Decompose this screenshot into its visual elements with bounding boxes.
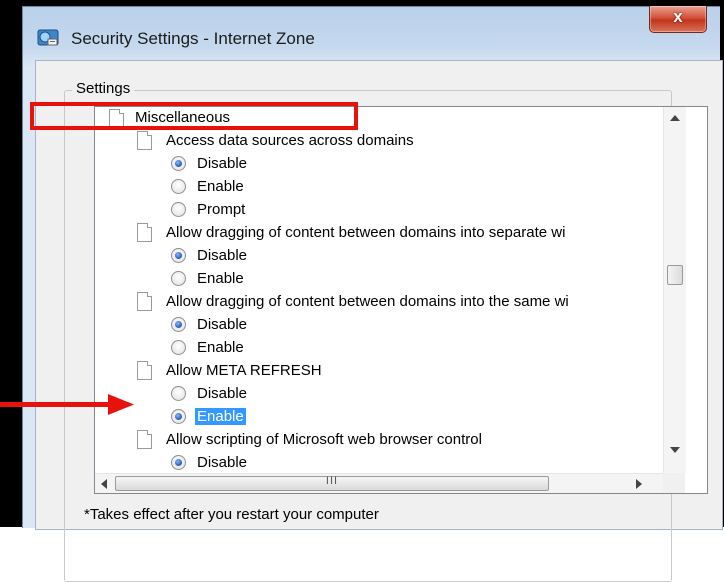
horizontal-scrollbar[interactable]: III	[95, 473, 663, 493]
horizontal-scroll-thumb[interactable]: III	[115, 475, 549, 491]
radio-button-checked[interactable]	[171, 248, 186, 263]
red-arrow-icon	[0, 394, 134, 415]
option-disable[interactable]: Disable	[95, 452, 663, 473]
option-enable[interactable]: Enable	[95, 337, 663, 360]
settings-tree-list[interactable]: Miscellaneous Access data sources across…	[94, 106, 708, 494]
setting-label: Allow scripting of Microsoft web browser…	[166, 431, 482, 448]
security-settings-window: Security Settings - Internet Zone x Sett…	[22, 6, 723, 582]
setting-drag-separate-windows[interactable]: Allow dragging of content between domain…	[95, 222, 663, 245]
setting-page-icon	[137, 292, 152, 311]
setting-page-icon	[137, 131, 152, 150]
option-enable[interactable]: Enable	[95, 268, 663, 291]
option-label-selected: Enable	[195, 408, 246, 425]
option-disable[interactable]: Disable	[95, 245, 663, 268]
scroll-up-arrow-icon[interactable]	[670, 115, 680, 121]
security-settings-icon	[37, 29, 59, 46]
setting-page-icon	[137, 223, 152, 242]
scrollbar-corner	[663, 473, 685, 493]
setting-label: Access data sources across domains	[166, 132, 414, 149]
option-label: Enable	[197, 270, 244, 287]
radio-button[interactable]	[171, 202, 186, 217]
settings-group-label: Settings	[72, 80, 135, 97]
screenshot-frame-left	[0, 0, 22, 527]
option-prompt[interactable]: Prompt	[95, 199, 663, 222]
scroll-down-arrow-icon[interactable]	[670, 447, 680, 453]
option-label: Disable	[197, 454, 248, 471]
radio-button[interactable]	[171, 340, 186, 355]
vertical-scroll-thumb[interactable]	[667, 265, 683, 285]
scroll-right-arrow-icon[interactable]	[636, 479, 642, 489]
scroll-left-arrow-icon[interactable]	[101, 479, 107, 489]
close-icon: x	[673, 7, 683, 26]
setting-label: Allow META REFRESH	[166, 362, 322, 379]
dialog-client-area: Settings Miscellaneous Access data sourc…	[35, 60, 723, 582]
setting-page-icon	[137, 430, 152, 449]
radio-button-checked[interactable]	[171, 409, 186, 424]
option-enable[interactable]: Enable	[95, 176, 663, 199]
option-label: Enable	[197, 178, 244, 195]
setting-scripting-web-browser-control[interactable]: Allow scripting of Microsoft web browser…	[95, 429, 663, 452]
radio-button-checked[interactable]	[171, 455, 186, 470]
setting-label: Allow dragging of content between domain…	[166, 224, 566, 241]
option-label: Disable	[197, 247, 248, 264]
setting-page-icon	[137, 361, 152, 380]
radio-button-checked[interactable]	[171, 156, 186, 171]
radio-button[interactable]	[171, 271, 186, 286]
setting-allow-meta-refresh[interactable]: Allow META REFRESH	[95, 360, 663, 383]
setting-label: Allow dragging of content between domain…	[166, 293, 569, 310]
scroll-grip-icon: III	[325, 475, 339, 487]
window-title: Security Settings - Internet Zone	[71, 29, 315, 48]
radio-button[interactable]	[171, 386, 186, 401]
restart-footnote: *Takes effect after you restart your com…	[84, 506, 379, 523]
setting-drag-same-window[interactable]: Allow dragging of content between domain…	[95, 291, 663, 314]
option-label: Prompt	[197, 201, 246, 218]
option-label: Enable	[197, 339, 244, 356]
highlight-box-annotation	[30, 102, 358, 130]
option-disable[interactable]: Disable	[95, 314, 663, 337]
settings-tree-content: Miscellaneous Access data sources across…	[95, 107, 663, 473]
setting-access-data-sources[interactable]: Access data sources across domains	[95, 130, 663, 153]
vertical-scrollbar[interactable]	[663, 107, 686, 473]
option-label: Disable	[197, 316, 248, 333]
option-label: Disable	[197, 385, 248, 402]
option-label: Disable	[197, 155, 248, 172]
close-button[interactable]: x	[649, 6, 707, 33]
option-disable[interactable]: Disable	[95, 383, 663, 406]
radio-button-checked[interactable]	[171, 317, 186, 332]
option-enable-selected[interactable]: Enable	[95, 406, 663, 429]
option-disable[interactable]: Disable	[95, 153, 663, 176]
radio-button[interactable]	[171, 179, 186, 194]
